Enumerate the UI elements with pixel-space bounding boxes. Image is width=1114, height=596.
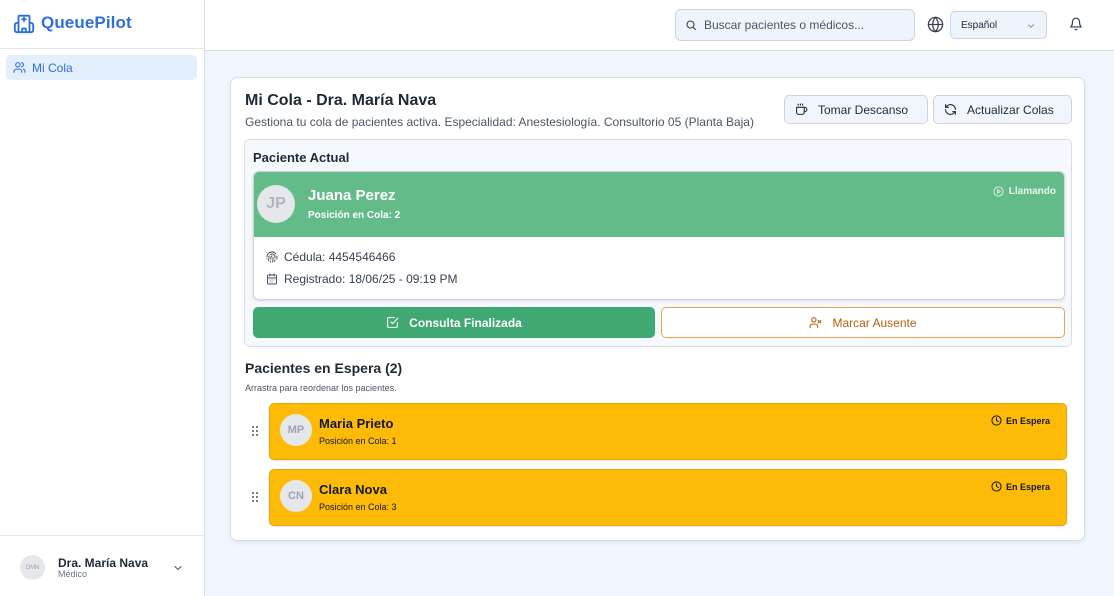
patient-id: Cédula: 4454546466: [284, 250, 396, 264]
list-item[interactable]: MP Maria Prieto Posición en Cola: 1 En E…: [249, 403, 1067, 460]
status-badge: En Espera: [991, 481, 1050, 492]
queue-position: Posición en Cola: 1: [319, 436, 397, 446]
clock-icon: [991, 481, 1002, 492]
take-break-label: Tomar Descanso: [818, 102, 909, 117]
queue-position: Posición en Cola: 2: [308, 210, 401, 221]
finish-consultation-button[interactable]: Consulta Finalizada: [253, 307, 655, 338]
sidebar: QueuePilot Mi Cola DMN Dra. María Nava M…: [0, 0, 205, 596]
users-icon: [13, 62, 26, 73]
mark-absent-button[interactable]: Marcar Ausente: [661, 307, 1065, 338]
mark-absent-label: Marcar Ausente: [832, 315, 917, 330]
avatar: JP: [257, 185, 295, 223]
status-label: En Espera: [1005, 481, 1050, 492]
waiting-patient-card[interactable]: CN Clara Nova Posición en Cola: 3 En Esp…: [269, 469, 1067, 526]
search-icon: [686, 20, 697, 31]
waiting-title: Pacientes en Espera (2): [245, 360, 403, 376]
user-x-icon: [810, 317, 822, 328]
app-logo[interactable]: QueuePilot: [13, 12, 132, 34]
user-role: Médico: [58, 569, 88, 579]
queue-position: Posición en Cola: 3: [319, 502, 397, 512]
list-item[interactable]: CN Clara Nova Posición en Cola: 3 En Esp…: [249, 469, 1067, 526]
bell-icon[interactable]: [1069, 17, 1083, 31]
avatar: DMN: [20, 555, 45, 580]
patient-registered: Registrado: 18/06/25 - 09:19 PM: [284, 272, 458, 286]
queue-card: Mi Cola - Dra. María Nava Gestiona tu co…: [230, 77, 1085, 541]
current-patient-card: JP Juana Perez Posición en Cola: 2 Llama…: [253, 171, 1065, 300]
sidebar-item-mi-cola[interactable]: Mi Cola: [6, 55, 197, 80]
waiting-patient-card[interactable]: MP Maria Prieto Posición en Cola: 1 En E…: [269, 403, 1067, 460]
fingerprint-icon: [266, 251, 278, 263]
hospital-icon: [13, 14, 35, 34]
page-title: Mi Cola - Dra. María Nava: [245, 92, 437, 109]
app-name: QueuePilot: [41, 13, 132, 32]
search-input[interactable]: [704, 18, 904, 32]
search-box[interactable]: [675, 9, 915, 41]
divider: [0, 48, 204, 49]
patient-name: Clara Nova: [319, 482, 387, 497]
chevron-down-icon[interactable]: [172, 562, 184, 574]
chevron-down-icon: [1028, 24, 1034, 28]
sidebar-item-label: Mi Cola: [32, 60, 73, 75]
play-circle-icon: [993, 186, 1004, 197]
current-patient-section: Paciente Actual JP Juana Perez Posición …: [244, 139, 1072, 347]
patient-registered-row: Registrado: 18/06/25 - 09:19 PM: [266, 272, 457, 286]
avatar: MP: [280, 414, 312, 446]
avatar: CN: [280, 480, 312, 512]
status-label: Llamando: [1008, 186, 1056, 197]
patient-name: Juana Perez: [308, 187, 396, 204]
refresh-icon: [945, 104, 956, 115]
clock-icon: [991, 415, 1002, 426]
check-square-icon: [387, 317, 399, 328]
language-value: Español: [961, 19, 998, 31]
finish-consultation-label: Consulta Finalizada: [409, 315, 522, 330]
drag-handle-icon[interactable]: [251, 425, 259, 437]
take-break-button[interactable]: Tomar Descanso: [784, 95, 928, 124]
refresh-queues-button[interactable]: Actualizar Colas: [933, 95, 1072, 124]
waiting-hint: Arrastra para reordenar los pacientes.: [245, 383, 397, 393]
patient-id-row: Cédula: 4454546466: [266, 250, 395, 264]
language-select[interactable]: Español: [950, 11, 1047, 39]
user-name: Dra. María Nava: [58, 556, 149, 570]
status-label: En Espera: [1005, 415, 1050, 426]
patient-name: Maria Prieto: [319, 416, 394, 431]
status-badge: Llamando: [993, 186, 1056, 197]
top-header: Español: [205, 0, 1114, 51]
calendar-icon: [267, 273, 277, 285]
status-badge: En Espera: [991, 415, 1050, 426]
patient-header-band: JP Juana Perez Posición en Cola: 2 Llama…: [254, 172, 1064, 237]
refresh-queues-label: Actualizar Colas: [967, 102, 1054, 117]
page-subtitle: Gestiona tu cola de pacientes activa. Es…: [245, 115, 754, 129]
drag-handle-icon[interactable]: [251, 491, 259, 503]
section-title: Paciente Actual: [253, 150, 350, 165]
globe-icon: [927, 16, 944, 33]
coffee-icon: [796, 103, 808, 115]
user-menu[interactable]: DMN Dra. María Nava Médico: [0, 535, 204, 596]
